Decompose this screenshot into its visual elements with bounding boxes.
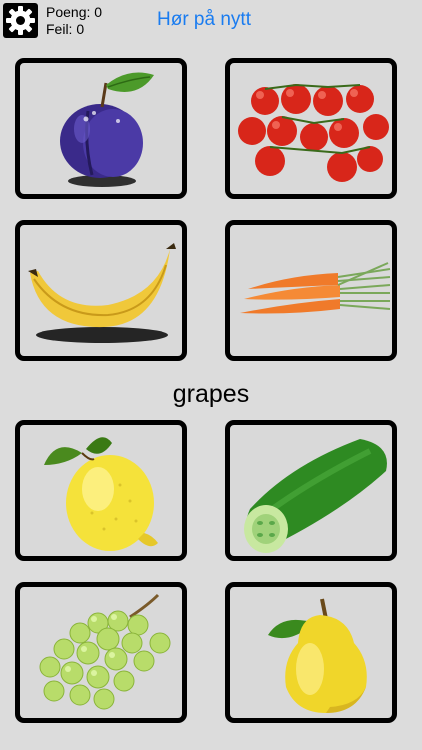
- card-carrots[interactable]: [225, 220, 397, 361]
- plum-image: [60, 72, 154, 187]
- error-label: Feil: 0: [46, 21, 85, 37]
- card-pear[interactable]: [225, 582, 397, 723]
- replay-button[interactable]: Hør på nytt: [157, 9, 251, 31]
- pear-image: [268, 598, 367, 713]
- card-cucumber[interactable]: [225, 420, 397, 561]
- score-label: Poeng: 0: [46, 4, 103, 20]
- cucumber-image: [244, 439, 387, 553]
- card-lemon[interactable]: [15, 420, 187, 561]
- score-panel: Poeng: 0 Feil: 0: [46, 4, 102, 38]
- settings-button[interactable]: [3, 3, 38, 38]
- carrots-image: [240, 262, 391, 314]
- top-bar: Poeng: 0 Feil: 0 Hør på nytt: [0, 0, 422, 42]
- prompt-word: grapes: [172, 380, 250, 408]
- card-plum[interactable]: [15, 58, 187, 199]
- card-banana[interactable]: [15, 220, 187, 361]
- card-tomatoes[interactable]: [225, 58, 397, 199]
- tomatoes-image: [238, 83, 389, 182]
- lemon-image: [44, 437, 158, 551]
- card-grapes[interactable]: [15, 582, 187, 723]
- grapes-image: [39, 593, 171, 710]
- banana-image: [28, 243, 176, 343]
- gear-icon: [6, 6, 35, 35]
